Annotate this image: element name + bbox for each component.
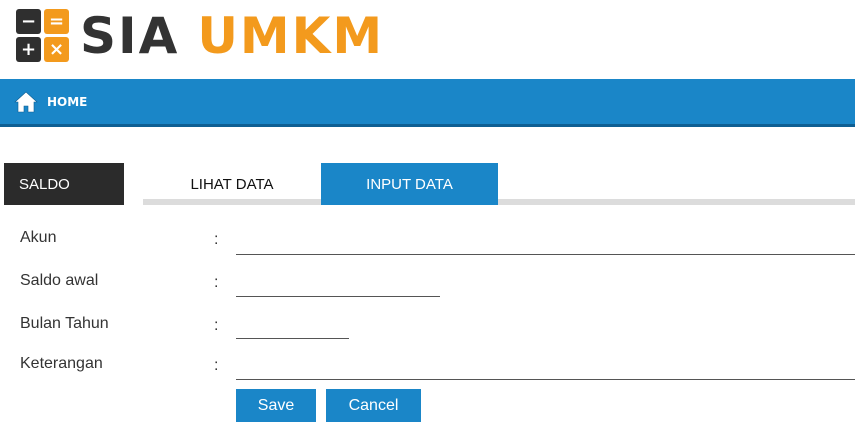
saldo-awal-label: Saldo awal bbox=[20, 272, 99, 289]
akun-label: Akun bbox=[20, 229, 57, 246]
calculator-icon: − = + × bbox=[16, 9, 72, 63]
home-nav-link[interactable]: HOME bbox=[14, 91, 87, 113]
top-navbar: HOME bbox=[0, 79, 855, 127]
logo-text-main: SIA bbox=[80, 7, 180, 65]
logo-text-accent: UMKM bbox=[197, 7, 385, 65]
saldo-awal-field[interactable] bbox=[236, 276, 440, 297]
tab-input-data[interactable]: INPUT DATA bbox=[321, 163, 498, 205]
home-label: HOME bbox=[47, 94, 88, 109]
save-button[interactable]: Save bbox=[236, 389, 316, 422]
akun-colon: : bbox=[214, 231, 219, 248]
app-logo: − = + × SIA UMKM bbox=[16, 7, 385, 65]
tab-lihat-data[interactable]: LIHAT DATA bbox=[143, 163, 321, 205]
keterangan-label: Keterangan bbox=[20, 355, 103, 372]
keterangan-colon: : bbox=[214, 357, 219, 374]
home-icon bbox=[14, 91, 38, 112]
cancel-button[interactable]: Cancel bbox=[326, 389, 421, 422]
bulan-tahun-label: Bulan Tahun bbox=[20, 315, 109, 332]
bulan-tahun-field[interactable] bbox=[236, 318, 349, 339]
tab-saldo[interactable]: SALDO bbox=[4, 163, 124, 205]
saldo-awal-colon: : bbox=[214, 274, 219, 291]
keterangan-field[interactable] bbox=[236, 359, 855, 380]
akun-field[interactable] bbox=[236, 234, 855, 255]
bulan-tahun-colon: : bbox=[214, 317, 219, 334]
